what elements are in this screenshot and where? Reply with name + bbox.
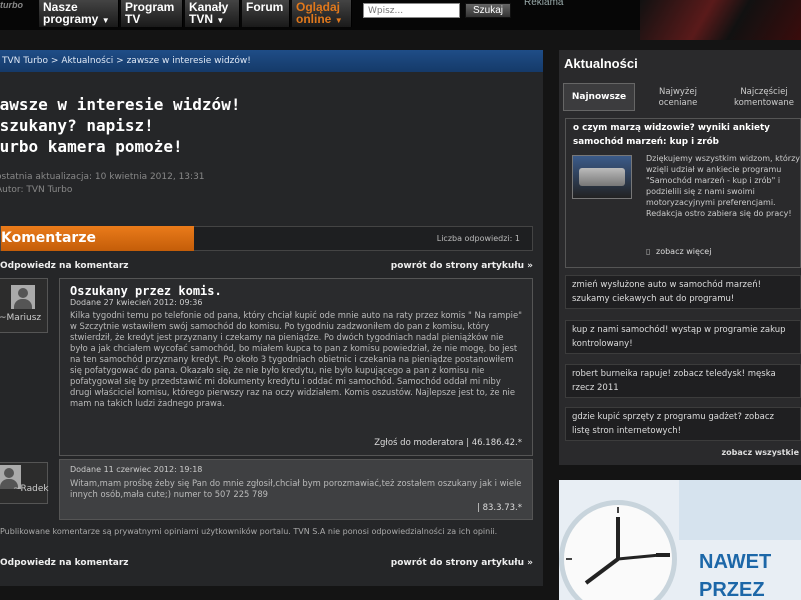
- avatar: ~Mariusz: [0, 278, 48, 333]
- back-to-article-link[interactable]: powrót do strony artykułu »: [391, 558, 533, 568]
- advertisement[interactable]: NAWET PRZEZ: [559, 480, 801, 600]
- comment: Dodane 11 czerwiec 2012: 19:18 Witam,mam…: [59, 459, 533, 520]
- article-author: Autor: TVN Turbo: [0, 185, 73, 195]
- article-title-line: turbo kamera pomoże!: [0, 137, 183, 156]
- nav-label: TVN: [189, 12, 213, 26]
- comments-section: Komentarze Liczba odpowiedzi: 1 Odpowied…: [0, 216, 543, 586]
- news-item[interactable]: zmień wysłużone auto w samochód marzeń! …: [565, 275, 801, 309]
- search-input[interactable]: [363, 3, 460, 18]
- tab-most-commented[interactable]: Najczęściej komentowane: [727, 87, 801, 115]
- comment-text: Witam,mam prośbę żeby się Pan do mnie zg…: [70, 478, 522, 499]
- comment-date: Dodane 27 kwiecień 2012: 09:36: [70, 298, 203, 307]
- news-lead[interactable]: o czym marzą widzowie? wyniki ankiety sa…: [565, 118, 801, 268]
- news-item[interactable]: robert burneika rapuje! zobacz teledysk!…: [565, 364, 801, 398]
- news-sidebar: Aktualności Najnowsze Najwyżej oceniane …: [559, 50, 801, 465]
- article-title-line: oszukany? napisz!: [0, 116, 154, 135]
- report-to-moderator-link[interactable]: Zgłoś do moderatora | 46.186.42.*: [374, 438, 522, 448]
- nav-label: TV: [125, 12, 141, 26]
- reply-link[interactable]: Odpowiedz na komentarz: [0, 261, 129, 271]
- user-icon: [11, 285, 35, 309]
- news-item[interactable]: kup z nami samochód! wystąp w programie …: [565, 320, 801, 354]
- comment-date: Dodane 11 czerwiec 2012: 19:18: [70, 465, 203, 474]
- article-updated: ostatnia aktualizacja: 10 kwietnia 2012,…: [0, 172, 205, 182]
- nav-item-programy[interactable]: Nasze programy ▼: [39, 0, 119, 27]
- comments-count: Liczba odpowiedzi: 1: [436, 234, 520, 243]
- article-title-line: zawsze w interesie widzów!: [0, 95, 241, 114]
- tab-top-rated[interactable]: Najwyżej oceniane: [643, 87, 713, 115]
- header-decoration: [640, 0, 801, 40]
- comments-title: Komentarze: [1, 226, 194, 251]
- nav-item-forum[interactable]: Forum: [242, 0, 290, 27]
- breadcrumb-separator: >: [116, 56, 124, 66]
- breadcrumb-item[interactable]: Aktualności: [61, 56, 113, 66]
- breadcrumb-separator: >: [50, 56, 59, 66]
- chevron-down-icon: ▼: [101, 16, 110, 25]
- tab-newest[interactable]: Najnowsze: [563, 83, 635, 111]
- see-more-link[interactable]: zobacz więcej: [656, 247, 711, 256]
- comment-author: ~Mariusz: [0, 313, 42, 323]
- search-button[interactable]: Szukaj: [465, 3, 511, 18]
- news-lead-title[interactable]: o czym marzą widzowie? wyniki ankiety sa…: [573, 121, 800, 149]
- ad-link[interactable]: Reklama: [524, 0, 563, 8]
- breadcrumb-item[interactable]: TVN Turbo: [2, 56, 48, 66]
- chevron-down-icon: ▼: [334, 16, 343, 25]
- nav-item-online[interactable]: Oglądaj online ▼: [292, 0, 352, 27]
- breadcrumb-item: zawsze w interesie widzów!: [126, 56, 251, 66]
- breadcrumb: TVN Turbo > Aktualności > zawsze w inter…: [0, 50, 543, 72]
- chevron-down-icon: ▼: [216, 16, 225, 25]
- nav-label: online: [296, 12, 332, 26]
- comment-author: ~Radek: [13, 484, 49, 494]
- main-content: TVN Turbo > Aktualności > zawsze w inter…: [0, 50, 543, 227]
- clock-icon: [559, 500, 677, 600]
- nav-label: programy: [43, 12, 99, 26]
- nav-item-kanaly-tvn[interactable]: Kanały TVN ▼: [185, 0, 240, 27]
- back-to-article-link[interactable]: powrót do strony artykułu »: [391, 261, 533, 271]
- news-title: Aktualności: [564, 56, 638, 71]
- avatar: ~Radek: [0, 462, 49, 504]
- ad-text: NAWET PRZEZ: [699, 551, 772, 600]
- comment-text: Kilka tygodni temu po telefonie od pana,…: [70, 310, 522, 408]
- info-icon: ▯: [646, 247, 651, 256]
- article-header: zawsze w interesie widzów! oszukany? nap…: [0, 72, 543, 227]
- news-lead-text: Dziękujemy wszystkim widzom, którzy wzię…: [646, 154, 801, 218]
- ad-background: [679, 480, 801, 540]
- comments-header: Komentarze Liczba odpowiedzi: 1: [0, 226, 533, 251]
- nav-label: Forum: [246, 0, 284, 14]
- logo[interactable]: turbo: [0, 0, 23, 10]
- see-all-news-link[interactable]: zobacz wszystkie: [721, 448, 799, 457]
- news-thumbnail[interactable]: [572, 155, 632, 199]
- clock-hands: [566, 507, 670, 585]
- news-item[interactable]: gdzie kupić sprzęty z programu gadżet? z…: [565, 407, 801, 441]
- reply-link[interactable]: Odpowiedz na komentarz: [0, 558, 129, 568]
- nav-item-program-tv[interactable]: Program TV: [121, 0, 183, 27]
- comment: Oszukany przez komis. Dodane 27 kwiecień…: [59, 278, 533, 456]
- comments-disclaimer: Publikowane komentarze są prywatnymi opi…: [0, 527, 498, 536]
- comment-title: Oszukany przez komis.: [70, 284, 222, 298]
- comment-ip: | 83.3.73.*: [477, 503, 522, 513]
